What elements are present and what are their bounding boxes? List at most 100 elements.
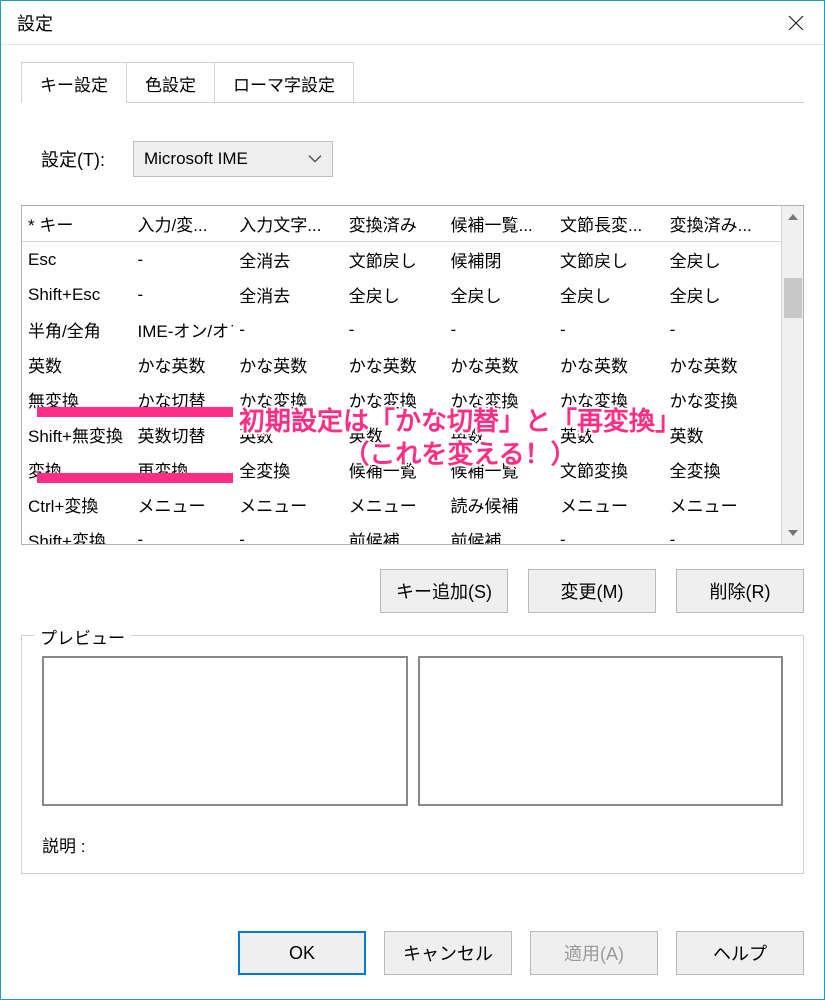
table-cell[interactable]: - (554, 522, 664, 544)
table-cell[interactable]: かな切替 (132, 382, 234, 417)
table-row[interactable]: Shift+無変換英数切替英数英数英数英数英数 (22, 417, 781, 452)
table-cell[interactable]: 全変換 (664, 452, 781, 487)
table-cell[interactable]: メニュー (132, 487, 234, 522)
table-row[interactable]: Shift+Esc-全消去全戻し全戻し全戻し全戻し (22, 277, 781, 312)
table-cell[interactable]: 前候補 (343, 522, 445, 544)
table-cell[interactable]: Esc (22, 242, 132, 278)
vertical-scrollbar[interactable] (781, 206, 803, 544)
scroll-up-icon[interactable] (782, 206, 803, 228)
table-row[interactable]: Esc-全消去文節戻し候補閉文節戻し全戻し (22, 242, 781, 278)
table-cell[interactable]: かな変換 (233, 382, 343, 417)
table-cell[interactable]: かな英数 (233, 347, 343, 382)
column-header[interactable]: 入力文字... (233, 206, 343, 242)
table-cell[interactable]: - (554, 312, 664, 347)
table-cell[interactable]: かな英数 (132, 347, 234, 382)
table-cell[interactable]: 候補一覧 (445, 452, 555, 487)
table-cell[interactable]: メニュー (343, 487, 445, 522)
table-cell[interactable]: 英数 (22, 347, 132, 382)
column-header[interactable]: 候補一覧... (445, 206, 555, 242)
preview-pane-right (418, 656, 784, 806)
table-cell[interactable]: 候補閉 (445, 242, 555, 278)
table-row[interactable]: 変換再変換全変換候補一覧候補一覧文節変換全変換 (22, 452, 781, 487)
table-cell[interactable]: Shift+無変換 (22, 417, 132, 452)
table-row[interactable]: 英数かな英数かな英数かな英数かな英数かな英数かな英数 (22, 347, 781, 382)
tab-romaji-settings[interactable]: ローマ字設定 (214, 62, 354, 102)
table-cell[interactable]: 全消去 (233, 242, 343, 278)
tab-body: 設定(T): Microsoft IME * キー 入力/変... (21, 103, 804, 915)
table-cell[interactable]: かな英数 (343, 347, 445, 382)
table-row[interactable]: Shift+変換--前候補前候補-- (22, 522, 781, 544)
table-row[interactable]: Ctrl+変換メニューメニューメニュー読み候補メニューメニュー (22, 487, 781, 522)
table-cell[interactable]: 英数 (343, 417, 445, 452)
scroll-thumb[interactable] (784, 278, 802, 318)
table-row[interactable]: 半角/全角IME-オン/オフ----- (22, 312, 781, 347)
table-cell[interactable]: 全戻し (343, 277, 445, 312)
table-cell[interactable]: かな変換 (445, 382, 555, 417)
close-button[interactable] (768, 1, 824, 44)
table-cell[interactable]: Shift+変換 (22, 522, 132, 544)
scroll-down-icon[interactable] (782, 522, 803, 544)
dialog-button-row: OK キャンセル 適用(A) ヘルプ (1, 915, 824, 999)
table-cell[interactable]: メニュー (554, 487, 664, 522)
table-cell[interactable]: 文節戻し (554, 242, 664, 278)
column-header[interactable]: 変換済み (343, 206, 445, 242)
table-cell[interactable]: - (132, 522, 234, 544)
table-cell[interactable]: 無変換 (22, 382, 132, 417)
column-header[interactable]: 変換済み... (664, 206, 781, 242)
preset-select[interactable]: Microsoft IME (133, 141, 333, 177)
table-cell[interactable]: 全変換 (233, 452, 343, 487)
table-cell[interactable]: 英数切替 (132, 417, 234, 452)
help-button[interactable]: ヘルプ (676, 931, 804, 975)
table-cell[interactable]: - (664, 522, 781, 544)
table-row[interactable]: 無変換かな切替かな変換かな変換かな変換かな変換かな変換 (22, 382, 781, 417)
delete-key-button[interactable]: 削除(R) (676, 569, 804, 613)
table-cell[interactable]: - (132, 242, 234, 278)
table-cell[interactable]: - (664, 312, 781, 347)
table-cell[interactable]: 全戻し (664, 277, 781, 312)
table-cell[interactable]: IME-オン/オフ (132, 312, 234, 347)
table-cell[interactable]: 再変換 (132, 452, 234, 487)
table-cell[interactable]: 全戻し (445, 277, 555, 312)
table-cell[interactable]: - (233, 312, 343, 347)
add-key-button[interactable]: キー追加(S) (380, 569, 508, 613)
column-header[interactable]: * キー (22, 206, 132, 242)
table-cell[interactable]: 文節戻し (343, 242, 445, 278)
table-cell[interactable]: かな変換 (664, 382, 781, 417)
table-cell[interactable]: 半角/全角 (22, 312, 132, 347)
table-cell[interactable]: 英数 (445, 417, 555, 452)
ok-button[interactable]: OK (238, 931, 366, 975)
column-header[interactable]: 入力/変... (132, 206, 234, 242)
table-cell[interactable]: 変換 (22, 452, 132, 487)
table-cell[interactable]: - (343, 312, 445, 347)
table-cell[interactable]: 読み候補 (445, 487, 555, 522)
table-cell[interactable]: かな変換 (343, 382, 445, 417)
column-header[interactable]: 文節長変... (554, 206, 664, 242)
chevron-down-icon (308, 155, 322, 163)
table-cell[interactable]: - (445, 312, 555, 347)
key-table[interactable]: * キー 入力/変... 入力文字... 変換済み 候補一覧... 文節長変..… (22, 206, 781, 544)
table-cell[interactable]: 英数 (664, 417, 781, 452)
table-cell[interactable]: 全消去 (233, 277, 343, 312)
modify-key-button[interactable]: 変更(M) (528, 569, 656, 613)
table-cell[interactable]: 英数 (554, 417, 664, 452)
table-cell[interactable]: メニュー (233, 487, 343, 522)
tab-key-settings[interactable]: キー設定 (21, 62, 127, 103)
button-label: 削除(R) (710, 578, 771, 604)
table-cell[interactable]: かな変換 (554, 382, 664, 417)
table-cell[interactable]: - (132, 277, 234, 312)
table-cell[interactable]: かな英数 (445, 347, 555, 382)
table-cell[interactable]: - (233, 522, 343, 544)
table-cell[interactable]: かな英数 (554, 347, 664, 382)
table-cell[interactable]: 前候補 (445, 522, 555, 544)
table-cell[interactable]: 全戻し (554, 277, 664, 312)
table-cell[interactable]: Ctrl+変換 (22, 487, 132, 522)
table-cell[interactable]: メニュー (664, 487, 781, 522)
table-cell[interactable]: Shift+Esc (22, 277, 132, 312)
table-cell[interactable]: 文節変換 (554, 452, 664, 487)
table-cell[interactable]: 全戻し (664, 242, 781, 278)
tab-color-settings[interactable]: 色設定 (126, 62, 215, 102)
table-cell[interactable]: 候補一覧 (343, 452, 445, 487)
table-cell[interactable]: かな英数 (664, 347, 781, 382)
cancel-button[interactable]: キャンセル (384, 931, 512, 975)
table-cell[interactable]: 英数 (233, 417, 343, 452)
